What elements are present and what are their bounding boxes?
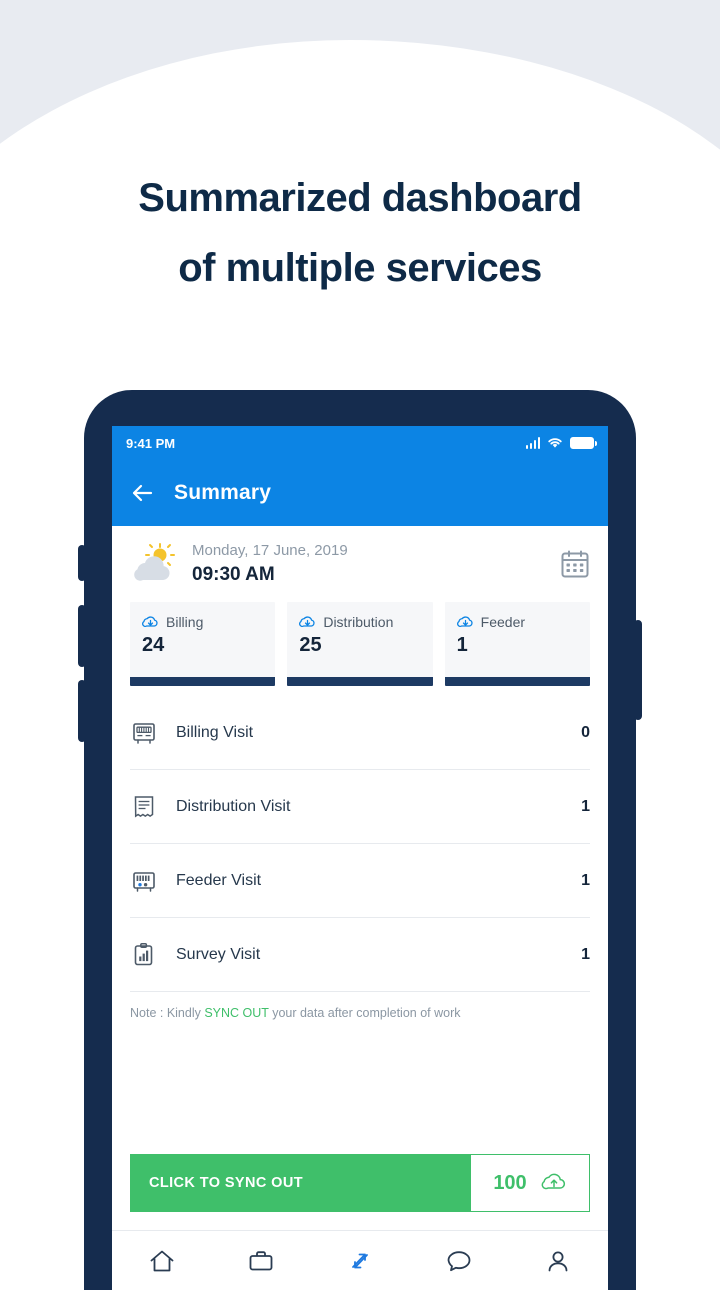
- list-item-value: 0: [581, 723, 590, 741]
- battery-icon: [570, 437, 597, 449]
- nav-item-work[interactable]: [211, 1249, 310, 1273]
- home-icon[interactable]: [149, 1249, 175, 1273]
- sun-cloud-icon: [130, 542, 178, 586]
- card-label: Feeder: [480, 614, 526, 630]
- cloud-download-icon: [456, 615, 474, 630]
- list-item-value: 1: [581, 871, 590, 889]
- headline-line-1: Summarized dashboard: [138, 176, 582, 220]
- list-item-label: Feeder Visit: [176, 871, 262, 889]
- briefcase-icon[interactable]: [248, 1249, 274, 1273]
- card-value: 24: [142, 634, 165, 656]
- summary-cards: Billing 24 Distribution 25 Feeder 1: [112, 600, 608, 686]
- phone-mockup: 9:41 PM Summary Monday, 17 June, 2019 09…: [78, 390, 642, 1290]
- card-label: Distribution: [323, 614, 394, 630]
- date-panel: Monday, 17 June, 2019 09:30 AM: [112, 526, 608, 600]
- app-bar: Summary: [112, 460, 608, 526]
- list-item[interactable]: Survey Visit 1: [130, 918, 590, 992]
- list-item[interactable]: Distribution Visit 1: [130, 770, 590, 844]
- phone-power-button[interactable]: [634, 620, 642, 720]
- sync-arrows-icon[interactable]: [347, 1249, 373, 1273]
- list-item-value: 1: [581, 797, 590, 815]
- meter-icon: [130, 719, 158, 747]
- calendar-icon[interactable]: [560, 549, 590, 579]
- summary-card-feeder[interactable]: Feeder 1: [444, 602, 590, 686]
- wifi-icon: [547, 437, 563, 449]
- current-date: Monday, 17 June, 2019: [192, 542, 348, 559]
- note-prefix: Note : Kindly: [130, 1006, 205, 1020]
- nav-item-profile[interactable]: [509, 1249, 608, 1273]
- cloud-download-icon: [299, 615, 316, 630]
- nav-item-sync[interactable]: [310, 1249, 409, 1273]
- card-header: Billing: [142, 614, 265, 630]
- visit-list: Billing Visit 0 Distribution Visit 1 Fee…: [112, 686, 608, 992]
- date-text-block: Monday, 17 June, 2019 09:30 AM: [192, 540, 546, 588]
- sync-out-bar[interactable]: CLICK TO SYNC OUT 100: [130, 1154, 590, 1212]
- chat-icon[interactable]: [446, 1249, 472, 1273]
- summary-card-distribution[interactable]: Distribution 25: [287, 602, 433, 686]
- cloud-download-icon: [142, 615, 159, 630]
- list-item[interactable]: Feeder Visit 1: [130, 844, 590, 918]
- list-item-label: Billing Visit: [176, 723, 254, 741]
- status-bar: 9:41 PM: [112, 426, 608, 460]
- headline-line-2: of multiple services: [178, 246, 542, 290]
- status-bar-icons: [525, 437, 597, 449]
- note-suffix: your data after completion of work: [268, 1006, 461, 1020]
- phone-volume-up-button[interactable]: [78, 605, 86, 667]
- list-item-label: Distribution Visit: [176, 797, 291, 815]
- card-label: Billing: [166, 614, 204, 630]
- list-item[interactable]: Billing Visit 0: [130, 696, 590, 770]
- sync-count: 100: [493, 1171, 527, 1194]
- list-item-value: 1: [581, 945, 590, 963]
- phone-mute-button[interactable]: [78, 545, 86, 581]
- feeder-panel-icon: [130, 867, 158, 895]
- phone-volume-down-button[interactable]: [78, 680, 86, 742]
- sync-count-panel[interactable]: 100: [471, 1155, 589, 1211]
- bottom-navigation: [112, 1230, 608, 1290]
- app-bar-title: Summary: [174, 481, 272, 504]
- summary-card-billing[interactable]: Billing 24: [130, 602, 276, 686]
- person-icon[interactable]: [545, 1249, 571, 1273]
- arrow-left-icon[interactable]: [130, 481, 154, 505]
- nav-item-chat[interactable]: [410, 1249, 509, 1273]
- nav-item-home[interactable]: [112, 1249, 211, 1273]
- status-bar-time: 9:41 PM: [126, 435, 176, 451]
- survey-chart-icon: [130, 941, 158, 969]
- card-header: Distribution: [299, 614, 422, 630]
- current-time: 09:30 AM: [192, 564, 275, 585]
- note-highlight: SYNC OUT: [204, 1006, 269, 1020]
- card-value: 1: [456, 634, 468, 656]
- list-item-label: Survey Visit: [176, 945, 261, 963]
- page-title: Summarized dashboard of multiple service…: [0, 163, 720, 303]
- phone-screen: 9:41 PM Summary Monday, 17 June, 2019 09…: [112, 426, 608, 1290]
- card-header: Feeder: [456, 614, 580, 630]
- sync-out-button-label[interactable]: CLICK TO SYNC OUT: [131, 1155, 471, 1211]
- receipt-icon: [130, 793, 158, 821]
- signal-bars-icon: [525, 437, 540, 449]
- cloud-upload-icon[interactable]: [541, 1172, 567, 1194]
- card-value: 25: [299, 634, 322, 656]
- sync-note: Note : Kindly SYNC OUT your data after c…: [112, 992, 608, 1020]
